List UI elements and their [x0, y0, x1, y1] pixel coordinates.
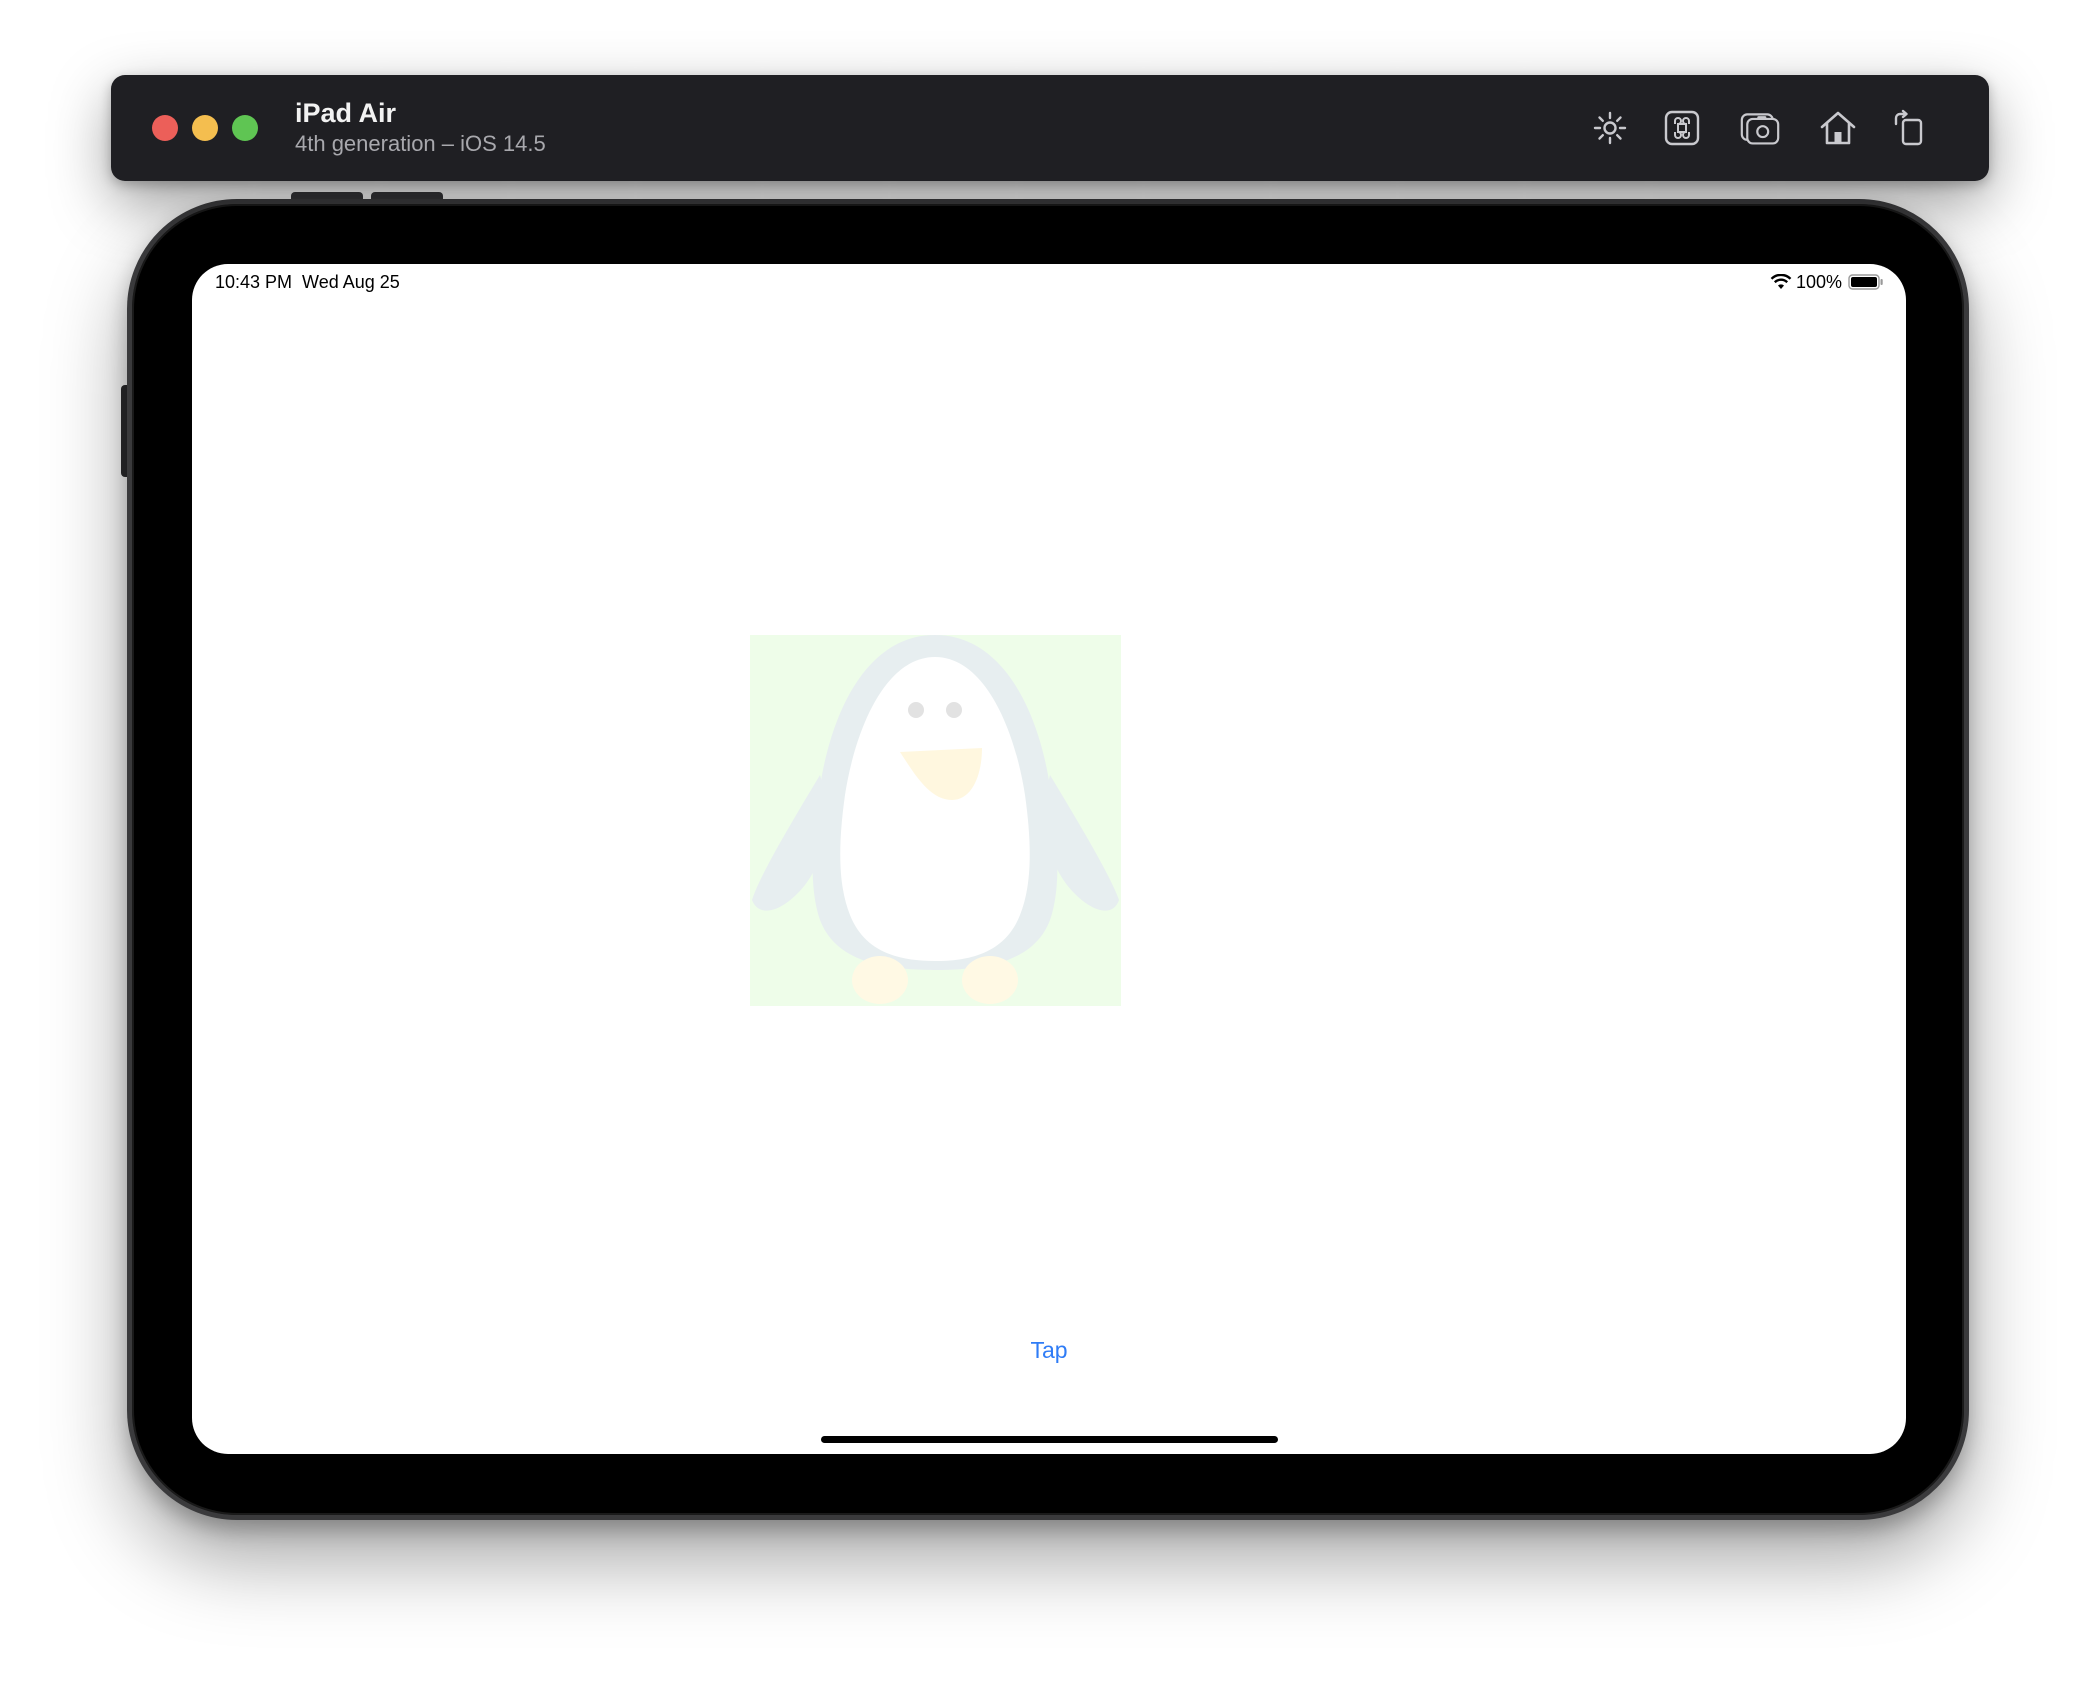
brightness-icon: [1593, 111, 1627, 145]
battery-percentage: 100%: [1795, 272, 1842, 292]
command-button[interactable]: [1659, 105, 1705, 151]
status-bar-right: 100%: [1770, 270, 1884, 294]
screenshot-button[interactable]: [1737, 105, 1783, 151]
battery-full-icon: [1848, 274, 1883, 290]
minimize-window-button[interactable]: [192, 115, 218, 141]
home-icon: [1820, 111, 1856, 145]
status-date: Wed Aug 25: [302, 272, 400, 292]
home-indicator[interactable]: [821, 1436, 1278, 1443]
home-button[interactable]: [1815, 105, 1861, 151]
device-screen: 10:43 PM Wed Aug 25 100% Tap: [192, 264, 1906, 1454]
device-name: iPad Air: [295, 98, 397, 128]
device-subtitle: 4th generation – iOS 14.5: [295, 131, 546, 156]
zoom-window-button[interactable]: [232, 115, 258, 141]
tap-button[interactable]: Tap: [999, 1332, 1099, 1368]
status-time: 10:43 PM: [215, 272, 293, 292]
penguin-illustration: [752, 635, 1119, 1004]
rotate-button[interactable]: [1887, 105, 1933, 151]
rotate-icon: [1894, 109, 1923, 146]
wifi-icon: [1770, 274, 1792, 289]
simulator-title-bar: iPad Air 4th generation – iOS 14.5: [111, 75, 1989, 181]
status-bar-left: 10:43 PM Wed Aug 25: [215, 270, 400, 294]
brightness-button[interactable]: [1587, 105, 1633, 151]
screenshot-camera-icon: [1740, 113, 1780, 145]
penguin-image: [750, 635, 1121, 1006]
close-window-button[interactable]: [152, 115, 178, 141]
command-icon: [1664, 110, 1700, 146]
